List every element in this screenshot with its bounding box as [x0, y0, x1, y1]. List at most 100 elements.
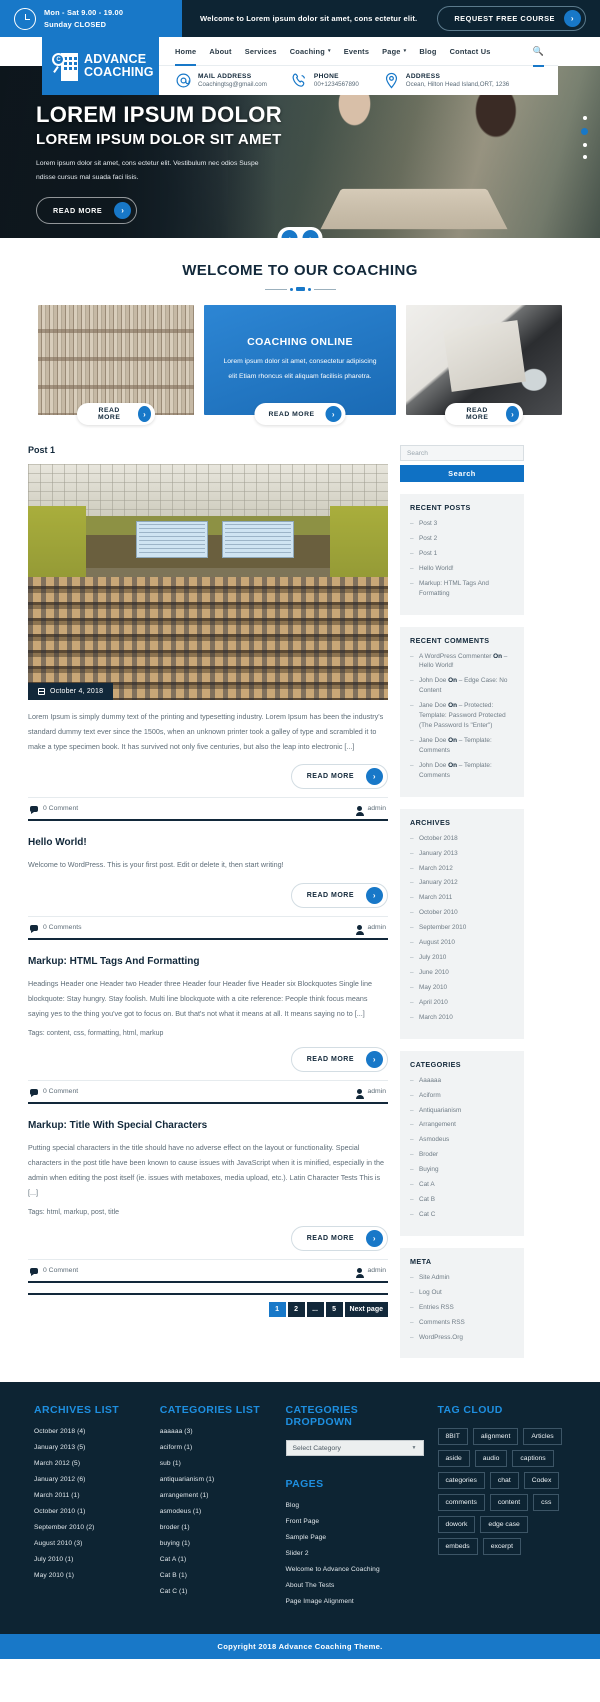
list-item[interactable]: March 2012 (5) [34, 1460, 146, 1467]
list-item[interactable]: John Doe On – Template: Comments [410, 761, 514, 781]
list-item[interactable]: Post 1 [410, 549, 514, 559]
tag-item[interactable]: Articles [523, 1428, 562, 1446]
tag-item[interactable]: css [533, 1494, 560, 1512]
slider-dot-4[interactable] [582, 155, 587, 159]
list-item[interactable]: March 2011 (1) [34, 1492, 146, 1499]
list-item[interactable]: About The Tests [286, 1582, 424, 1589]
search-button[interactable]: Search [400, 465, 524, 482]
list-item[interactable]: Cat A [410, 1180, 514, 1190]
hero-read-more-button[interactable]: READ MORE › [36, 197, 138, 225]
post-author[interactable]: admin [355, 1088, 386, 1099]
list-item[interactable]: May 2010 (1) [34, 1572, 146, 1579]
post-title-hello-world[interactable]: Hello World! [28, 837, 388, 848]
slider-dot-2[interactable] [581, 128, 588, 135]
list-item[interactable]: Entries RSS [410, 1303, 514, 1313]
welcome-card-2[interactable]: COACHING ONLINE Lorem ipsum dolor sit am… [204, 305, 396, 425]
list-item[interactable]: June 2010 [410, 968, 514, 978]
list-item[interactable]: January 2012 [410, 878, 514, 888]
list-item[interactable]: Markup: HTML Tags And Formatting [410, 579, 514, 599]
post-author[interactable]: admin [355, 1267, 386, 1278]
list-item[interactable]: buying (1) [160, 1540, 272, 1547]
slider-prev-button[interactable]: ‹ [281, 230, 298, 238]
nav-item-services[interactable]: Services [245, 47, 277, 56]
tag-item[interactable]: chat [489, 1472, 519, 1490]
list-item[interactable]: Blog [286, 1502, 424, 1509]
post-comment-count[interactable]: 0 Comment [30, 805, 78, 814]
list-item[interactable]: March 2012 [410, 864, 514, 874]
tag-item[interactable]: aside [437, 1450, 470, 1468]
list-item[interactable]: October 2010 [410, 908, 514, 918]
tag-item[interactable]: audio [474, 1450, 508, 1468]
post-read-more-button[interactable]: READ MORE › [290, 764, 388, 790]
list-item[interactable]: sub (1) [160, 1460, 272, 1467]
list-item[interactable]: arrangement (1) [160, 1492, 272, 1499]
card-read-more-button[interactable]: READ MORE › [77, 403, 155, 425]
slider-dot-1[interactable] [582, 116, 587, 120]
list-item[interactable]: Slider 2 [286, 1550, 424, 1557]
list-item[interactable]: August 2010 (3) [34, 1540, 146, 1547]
tag-item[interactable]: dowork [437, 1516, 476, 1534]
list-item[interactable]: July 2010 [410, 953, 514, 963]
list-item[interactable]: aaaaaa (3) [160, 1428, 272, 1435]
tag-item[interactable]: edge case [480, 1516, 528, 1534]
list-item[interactable]: January 2012 (6) [34, 1476, 146, 1483]
site-logo[interactable]: C ADVANCE COACHING [42, 37, 159, 95]
list-item[interactable]: Jane Doe On – Protected: Template: Passw… [410, 701, 514, 731]
welcome-card-3[interactable]: READ MORE › [406, 305, 562, 425]
list-item[interactable]: Aciform [410, 1091, 514, 1101]
page-button-5[interactable]: 5 [325, 1302, 343, 1318]
next-page-button[interactable]: Next page [344, 1302, 388, 1318]
tag-item[interactable]: captions [512, 1450, 554, 1468]
list-item[interactable]: Cat A (1) [160, 1556, 272, 1563]
nav-item-blog[interactable]: Blog [419, 47, 436, 56]
request-free-course-button[interactable]: REQUEST FREE COURSE › [437, 6, 586, 31]
list-item[interactable]: Aaaaaa [410, 1076, 514, 1086]
list-item[interactable]: July 2010 (1) [34, 1556, 146, 1563]
tag-item[interactable]: comments [437, 1494, 485, 1512]
card-read-more-button[interactable]: READ MORE › [445, 403, 523, 425]
tag-item[interactable]: categories [437, 1472, 485, 1490]
list-item[interactable]: Cat B [410, 1195, 514, 1205]
search-input[interactable]: Search [400, 445, 524, 461]
list-item[interactable]: Page Image Alignment [286, 1598, 424, 1605]
list-item[interactable]: Site Admin [410, 1273, 514, 1283]
list-item[interactable]: John Doe On – Edge Case: No Content [410, 676, 514, 696]
tag-item[interactable]: alignment [472, 1428, 519, 1446]
list-item[interactable]: A WordPress Commenter On – Hello World! [410, 652, 514, 672]
list-item[interactable]: Antiquarianism [410, 1106, 514, 1116]
list-item[interactable]: October 2010 (1) [34, 1508, 146, 1515]
list-item[interactable]: Arrangement [410, 1120, 514, 1130]
list-item[interactable]: May 2010 [410, 983, 514, 993]
post-read-more-button[interactable]: READ MORE › [290, 1047, 388, 1073]
list-item[interactable]: Comments RSS [410, 1318, 514, 1328]
tag-item[interactable]: 8BIT [437, 1428, 468, 1446]
list-item[interactable]: April 2010 [410, 998, 514, 1008]
nav-item-page[interactable]: Page ▾ [382, 47, 406, 56]
list-item[interactable]: Asmodeus [410, 1135, 514, 1145]
page-button-1[interactable]: 1 [268, 1302, 286, 1318]
tag-item[interactable]: excerpt [482, 1538, 521, 1556]
list-item[interactable]: Cat C (1) [160, 1588, 272, 1595]
hero-slider-dots[interactable] [581, 116, 588, 159]
list-item[interactable]: Post 2 [410, 534, 514, 544]
nav-item-events[interactable]: Events [344, 47, 369, 56]
list-item[interactable]: March 2011 [410, 893, 514, 903]
list-item[interactable]: Sample Page [286, 1534, 424, 1541]
category-select[interactable]: Select Category ▼ [285, 1440, 424, 1457]
list-item[interactable]: WordPress.Org [410, 1333, 514, 1343]
post-read-more-button[interactable]: READ MORE › [290, 1226, 388, 1252]
list-item[interactable]: October 2018 (4) [34, 1428, 146, 1435]
list-item[interactable]: September 2010 [410, 923, 514, 933]
post-title-post-1[interactable]: Post 1 [28, 445, 388, 455]
nav-item-contact-us[interactable]: Contact Us [450, 47, 491, 56]
post-comment-count[interactable]: 0 Comment [30, 1088, 78, 1097]
list-item[interactable]: Hello World! [410, 564, 514, 574]
post-read-more-button[interactable]: READ MORE › [290, 883, 388, 909]
list-item[interactable]: asmodeus (1) [160, 1508, 272, 1515]
list-item[interactable]: Welcome to Advance Coaching [286, 1566, 424, 1573]
list-item[interactable]: Front Page [286, 1518, 424, 1525]
list-item[interactable]: Post 3 [410, 519, 514, 529]
welcome-card-1[interactable]: READ MORE › [38, 305, 194, 425]
card-read-more-button[interactable]: READ MORE › [254, 403, 346, 425]
list-item[interactable]: January 2013 (5) [34, 1444, 146, 1451]
